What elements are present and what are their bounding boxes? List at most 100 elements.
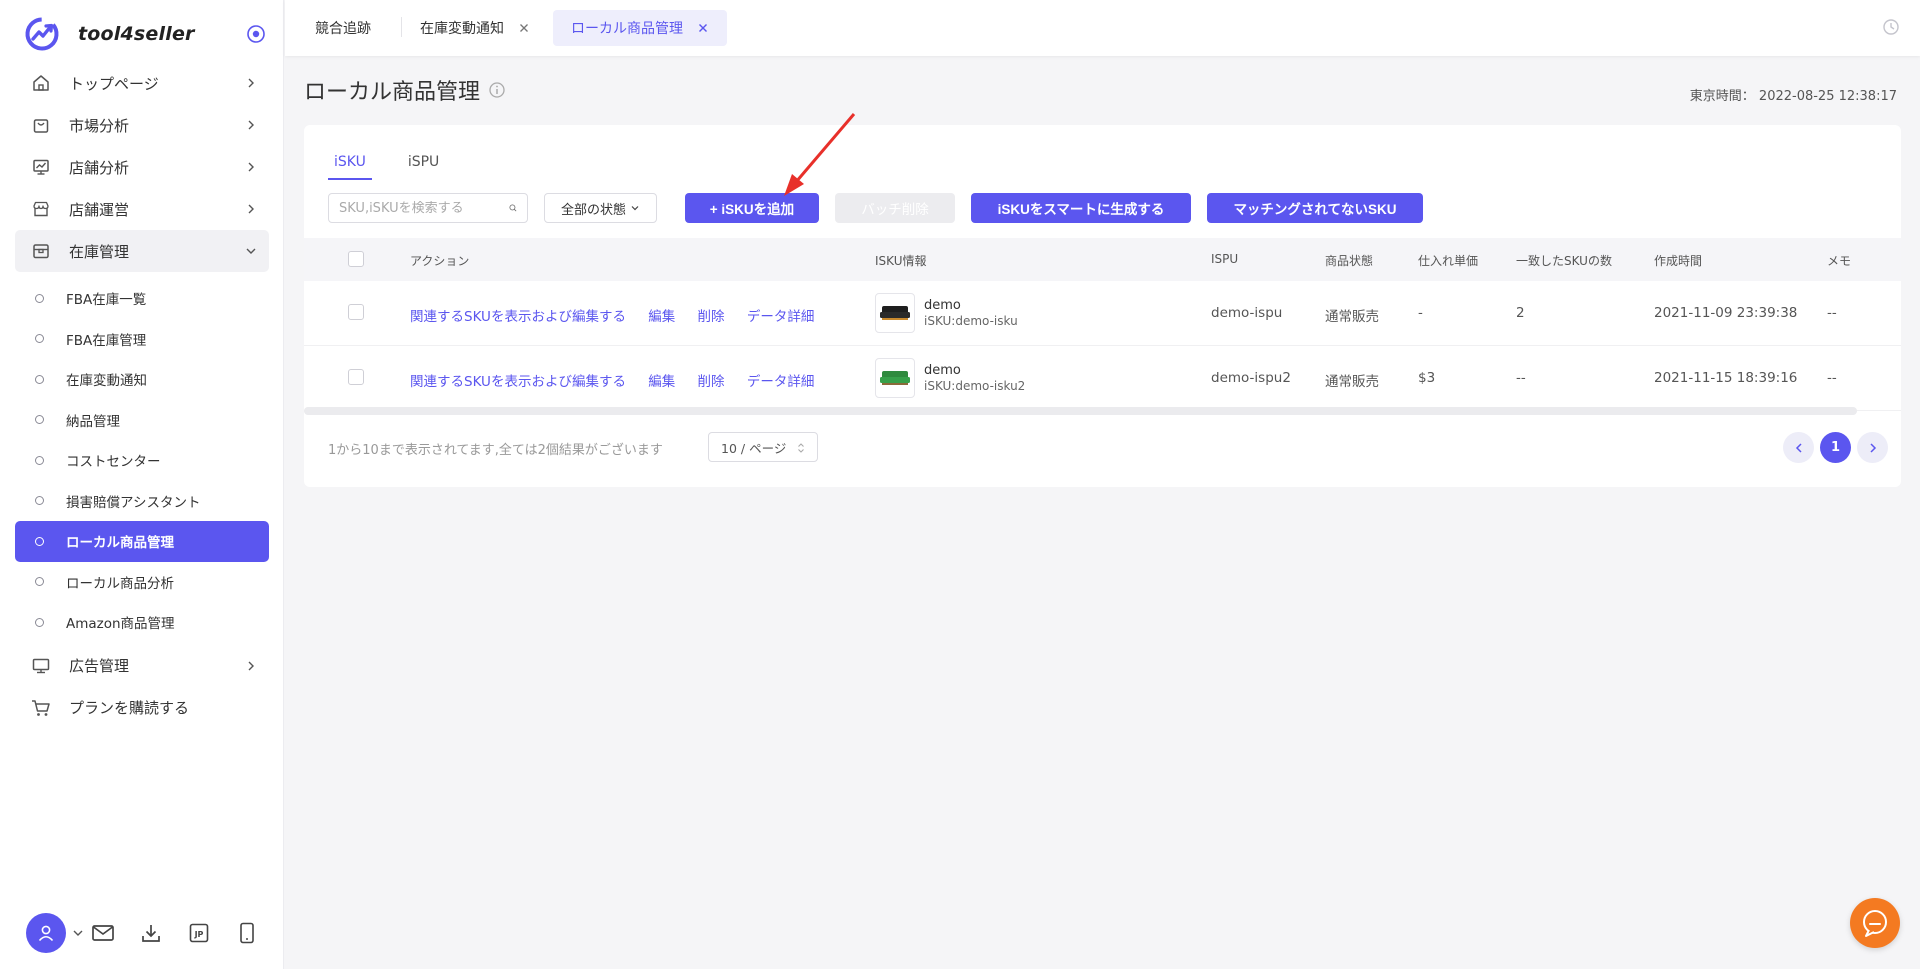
mobile-icon[interactable] bbox=[234, 920, 260, 946]
language-code: JP bbox=[194, 930, 204, 939]
close-icon[interactable] bbox=[697, 22, 709, 34]
bullet-icon bbox=[35, 415, 44, 425]
tab-isku[interactable]: iSKU bbox=[328, 147, 372, 180]
bullet-icon bbox=[35, 496, 44, 506]
bullet-icon bbox=[35, 617, 44, 627]
product-name: demo bbox=[924, 298, 961, 313]
logo[interactable]: tool4seller bbox=[24, 14, 195, 54]
user-icon bbox=[38, 925, 54, 942]
unmatched-sku-button[interactable]: マッチングされてないSKU bbox=[1207, 193, 1423, 223]
search-input[interactable] bbox=[339, 200, 509, 216]
status-select[interactable]: 全部の状態 bbox=[544, 193, 657, 223]
cell-status: 通常販売 bbox=[1325, 374, 1379, 390]
collapse-sidebar-icon[interactable] bbox=[246, 24, 266, 44]
sidebar-item-fba-inventory-list[interactable]: FBA在庫一覧 bbox=[15, 278, 269, 319]
sidebar: tool4seller トップページ 市場分析 店舗分析 店舗運営 在庫管理 F… bbox=[0, 0, 284, 969]
col-created: 作成時間 bbox=[1654, 254, 1703, 268]
download-icon[interactable] bbox=[138, 920, 164, 946]
sidebar-item-amazon-product-manage[interactable]: Amazon商品管理 bbox=[15, 602, 269, 643]
result-summary: 1から10まで表示されてます,全ては2個結果がございます bbox=[328, 443, 663, 458]
sidebar-item-local-product-analysis[interactable]: ローカル商品分析 bbox=[15, 562, 269, 603]
data-detail-link[interactable]: データ詳細 bbox=[747, 374, 815, 390]
sidebar-item-stock-change-notice[interactable]: 在庫変動通知 bbox=[15, 359, 269, 400]
chevron-right-icon bbox=[248, 78, 254, 88]
close-icon[interactable] bbox=[518, 22, 530, 34]
pagination: 1 bbox=[1777, 432, 1888, 463]
sidebar-item-reimbursement[interactable]: 損害賠償アシスタント bbox=[15, 481, 269, 522]
edit-link[interactable]: 編集 bbox=[648, 374, 675, 390]
language-icon[interactable]: JP bbox=[186, 920, 212, 946]
view-related-sku-link[interactable]: 関連するSKUを表示および編集する bbox=[410, 374, 626, 390]
avatar[interactable] bbox=[26, 913, 66, 953]
search-icon[interactable] bbox=[509, 201, 517, 215]
table-row: 関連するSKUを表示および編集する 編集 削除 データ詳細 demo iSKU:… bbox=[304, 281, 1901, 346]
delete-link[interactable]: 削除 bbox=[698, 309, 725, 325]
page-number-button[interactable]: 1 bbox=[1820, 432, 1851, 463]
row-checkbox[interactable] bbox=[348, 369, 364, 385]
sidebar-item-label: プランを購読する bbox=[69, 699, 190, 717]
smart-generate-button[interactable]: iSKUをスマートに生成する bbox=[971, 193, 1191, 223]
next-page-button[interactable] bbox=[1857, 432, 1888, 463]
sidebar-item-top[interactable]: トップページ bbox=[15, 62, 269, 104]
sidebar-item-cost-center[interactable]: コストセンター bbox=[15, 440, 269, 481]
isku-table: アクション ISKU情報 ISPU 商品状態 仕入れ単価 一致したSKUの数 作… bbox=[304, 238, 1901, 411]
bullet-icon bbox=[35, 577, 44, 587]
clock-icon[interactable] bbox=[1882, 18, 1900, 36]
product-info: demo iSKU:demo-isku2 bbox=[875, 358, 1025, 398]
sidebar-item-label: FBA在庫管理 bbox=[66, 332, 147, 349]
sidebar-item-store-analysis[interactable]: 店舗分析 bbox=[15, 146, 269, 188]
mail-icon[interactable] bbox=[90, 920, 116, 946]
cell-matched-sku: -- bbox=[1516, 370, 1526, 386]
sidebar-item-label: 店舗運営 bbox=[69, 200, 130, 219]
cell-unit-cost: $3 bbox=[1418, 370, 1436, 386]
logo-text: tool4seller bbox=[78, 23, 195, 45]
cell-ispu: demo-ispu bbox=[1211, 305, 1283, 321]
sidebar-item-shipment[interactable]: 納品管理 bbox=[15, 400, 269, 441]
delete-link[interactable]: 削除 bbox=[698, 374, 725, 390]
data-detail-link[interactable]: データ詳細 bbox=[747, 309, 815, 325]
prev-page-button[interactable] bbox=[1783, 432, 1814, 463]
sidebar-item-store-ops[interactable]: 店舗運営 bbox=[15, 188, 269, 230]
table-header: アクション ISKU情報 ISPU 商品状態 仕入れ単価 一致したSKUの数 作… bbox=[304, 238, 1901, 281]
edit-link[interactable]: 編集 bbox=[648, 309, 675, 325]
cell-memo: -- bbox=[1827, 305, 1837, 321]
top-tabbar: 競合追跡 在庫変動通知 ローカル商品管理 bbox=[285, 0, 1920, 56]
chevron-right-icon bbox=[1869, 442, 1876, 453]
sidebar-item-fba-inventory-manage[interactable]: FBA在庫管理 bbox=[15, 319, 269, 360]
store-icon bbox=[31, 199, 51, 219]
view-related-sku-link[interactable]: 関連するSKUを表示および編集する bbox=[410, 309, 626, 325]
select-all-checkbox[interactable] bbox=[348, 251, 364, 267]
top-tab-label: 競合追跡 bbox=[315, 21, 371, 37]
sidebar-item-subscribe[interactable]: プランを購読する bbox=[15, 687, 269, 729]
tokyo-time: 東京時間： 2022-08-25 12:38:17 bbox=[1690, 85, 1897, 104]
chart-icon bbox=[31, 157, 51, 177]
box-icon bbox=[31, 241, 51, 261]
top-tab-stock-notice[interactable]: 在庫変動通知 bbox=[402, 10, 548, 46]
cell-status: 通常販売 bbox=[1325, 309, 1379, 325]
top-tab-competitor[interactable]: 競合追跡 bbox=[297, 10, 389, 46]
sidebar-item-local-product-manage[interactable]: ローカル商品管理 bbox=[15, 521, 269, 562]
chevron-right-icon bbox=[248, 120, 254, 130]
page-size-value: 10 / ページ bbox=[721, 440, 787, 456]
bullet-icon bbox=[35, 374, 44, 384]
row-checkbox[interactable] bbox=[348, 304, 364, 320]
sidebar-item-label: ローカル商品分析 bbox=[66, 575, 174, 592]
col-memo: メモ bbox=[1827, 254, 1852, 268]
info-icon[interactable] bbox=[488, 81, 506, 99]
horizontal-scrollbar[interactable] bbox=[304, 407, 1857, 415]
toolbar: 全部の状態 + iSKUを追加 バッチ削除 iSKUをスマートに生成する マッチ… bbox=[328, 193, 1888, 223]
add-isku-button[interactable]: + iSKUを追加 bbox=[685, 193, 819, 223]
tab-ispu[interactable]: iSPU bbox=[402, 147, 445, 177]
chevron-down-icon[interactable] bbox=[72, 927, 84, 939]
sidebar-item-market[interactable]: 市場分析 bbox=[15, 104, 269, 146]
page-size-select[interactable]: 10 / ページ bbox=[708, 432, 818, 462]
product-name: demo bbox=[924, 363, 961, 378]
top-tab-local-product[interactable]: ローカル商品管理 bbox=[553, 10, 727, 46]
chevron-down-icon bbox=[631, 206, 639, 211]
sidebar-item-inventory[interactable]: 在庫管理 bbox=[15, 230, 269, 272]
bullet-icon bbox=[35, 334, 44, 344]
chat-support-button[interactable] bbox=[1850, 898, 1900, 948]
batch-delete-button[interactable]: バッチ削除 bbox=[835, 193, 955, 223]
sidebar-item-ads[interactable]: 広告管理 bbox=[15, 645, 269, 687]
sidebar-item-label: 損害賠償アシスタント bbox=[66, 494, 201, 511]
